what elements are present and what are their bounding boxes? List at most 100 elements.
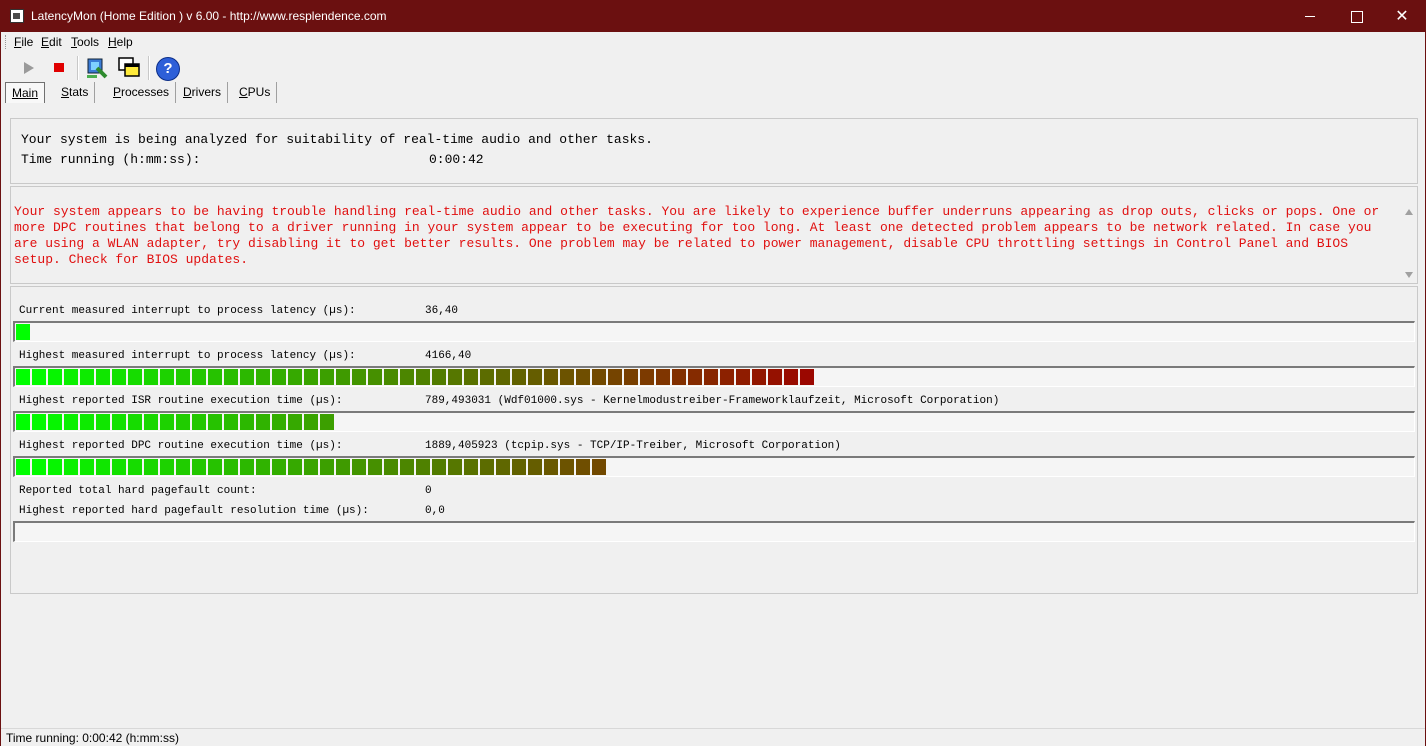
bar-segment xyxy=(176,414,190,430)
bar-segment xyxy=(112,414,126,430)
scroll-down-icon[interactable] xyxy=(1405,272,1413,278)
stop-icon[interactable] xyxy=(47,56,71,80)
verdict-panel[interactable]: Your system appears to be having trouble… xyxy=(10,186,1418,284)
bar-segment xyxy=(368,369,382,385)
bar-segment xyxy=(208,414,222,430)
isr-time-label: Highest reported ISR routine execution t… xyxy=(19,395,343,407)
bar-segment xyxy=(416,459,430,475)
bar-segment xyxy=(464,459,478,475)
bar-segment xyxy=(32,459,46,475)
pagefault-time-value: 0,0 xyxy=(425,505,445,517)
tab-cpus[interactable]: CPUs xyxy=(233,82,278,103)
bar-segment xyxy=(128,414,142,430)
bar-segment xyxy=(80,369,94,385)
isr-time-bar xyxy=(13,411,1415,432)
status-bar-text: Time running: 0:00:42 (h:mm:ss) xyxy=(6,731,179,745)
bar-segment xyxy=(240,414,254,430)
bar-segment xyxy=(400,459,414,475)
bar-segment xyxy=(16,414,30,430)
isr-time-bar-fill xyxy=(16,414,336,430)
bar-segment xyxy=(432,369,446,385)
menu-help[interactable]: Help xyxy=(108,35,133,49)
bar-segment xyxy=(576,369,590,385)
dpc-time-value: 1889,405923 (tcpip.sys - TCP/IP-Treiber,… xyxy=(425,440,841,452)
dpc-time-bar-fill xyxy=(16,459,608,475)
bar-segment xyxy=(112,459,126,475)
bar-segment xyxy=(688,369,702,385)
bar-segment xyxy=(352,369,366,385)
bar-segment xyxy=(160,459,174,475)
bar-segment xyxy=(368,459,382,475)
bar-segment xyxy=(304,459,318,475)
bar-segment xyxy=(192,459,206,475)
bar-segment xyxy=(784,369,798,385)
bar-segment xyxy=(16,369,30,385)
metrics-panel: Current measured interrupt to process la… xyxy=(10,286,1418,594)
bar-segment xyxy=(576,459,590,475)
bar-segment xyxy=(496,369,510,385)
analysis-status-text: Your system is being analyzed for suitab… xyxy=(21,132,653,147)
bar-segment xyxy=(128,369,142,385)
windows-icon[interactable] xyxy=(117,56,141,80)
bar-segment xyxy=(256,369,270,385)
current-latency-value: 36,40 xyxy=(425,305,459,317)
bar-segment xyxy=(112,369,126,385)
status-bar: Time running: 0:00:42 (h:mm:ss) xyxy=(1,728,1425,746)
bar-segment xyxy=(640,369,654,385)
bar-segment xyxy=(288,459,302,475)
title-bar[interactable]: LatencyMon (Home Edition ) v 6.00 - http… xyxy=(1,1,1425,32)
play-icon[interactable] xyxy=(17,56,41,80)
close-button[interactable]: ✕ xyxy=(1379,1,1425,32)
highest-latency-bar-fill xyxy=(16,369,816,385)
bar-segment xyxy=(768,369,782,385)
bar-segment xyxy=(192,369,206,385)
bar-segment xyxy=(160,414,174,430)
bar-segment xyxy=(608,369,622,385)
pagefault-time-label: Highest reported hard pagefault resoluti… xyxy=(19,505,369,517)
bar-segment xyxy=(304,369,318,385)
bar-segment xyxy=(544,369,558,385)
bar-segment xyxy=(144,369,158,385)
bar-segment xyxy=(32,369,46,385)
bar-segment xyxy=(48,459,62,475)
bar-segment xyxy=(64,414,78,430)
bar-segment xyxy=(224,369,238,385)
minimize-button[interactable] xyxy=(1287,1,1333,32)
bar-segment xyxy=(320,459,334,475)
window-title: LatencyMon (Home Edition ) v 6.00 - http… xyxy=(31,9,387,23)
menu-tools[interactable]: Tools xyxy=(71,35,99,49)
bar-segment xyxy=(464,369,478,385)
bar-segment xyxy=(176,369,190,385)
tab-main[interactable]: Main xyxy=(5,82,46,103)
bar-segment xyxy=(752,369,766,385)
highest-latency-value: 4166,40 xyxy=(425,350,472,362)
bar-segment xyxy=(64,459,78,475)
pagefault-count-value: 0 xyxy=(425,485,432,497)
current-latency-bar-fill xyxy=(16,324,32,340)
bar-segment xyxy=(656,369,670,385)
bar-segment xyxy=(496,459,510,475)
bar-segment xyxy=(16,459,30,475)
bar-segment xyxy=(272,459,286,475)
bar-segment xyxy=(544,459,558,475)
toolbar-separator xyxy=(77,56,79,80)
status-panel: Your system is being analyzed for suitab… xyxy=(10,118,1418,184)
tab-stats[interactable]: Stats xyxy=(55,82,96,103)
bar-segment xyxy=(128,459,142,475)
tab-drivers[interactable]: Drivers xyxy=(177,82,229,103)
scroll-up-icon[interactable] xyxy=(1405,209,1413,215)
bar-segment xyxy=(144,414,158,430)
bar-segment xyxy=(480,369,494,385)
tab-processes[interactable]: Processes xyxy=(107,82,177,103)
maximize-button[interactable] xyxy=(1333,1,1379,32)
cpu-icon[interactable] xyxy=(85,56,109,80)
help-icon[interactable] xyxy=(155,56,180,81)
toolbar xyxy=(1,52,1425,82)
bar-segment xyxy=(528,369,542,385)
bar-segment xyxy=(144,459,158,475)
bar-segment xyxy=(240,459,254,475)
app-icon xyxy=(10,9,24,23)
menu-file[interactable]: File xyxy=(14,35,33,49)
menu-edit[interactable]: Edit xyxy=(41,35,62,49)
verdict-text: Your system appears to be having trouble… xyxy=(14,204,1380,267)
